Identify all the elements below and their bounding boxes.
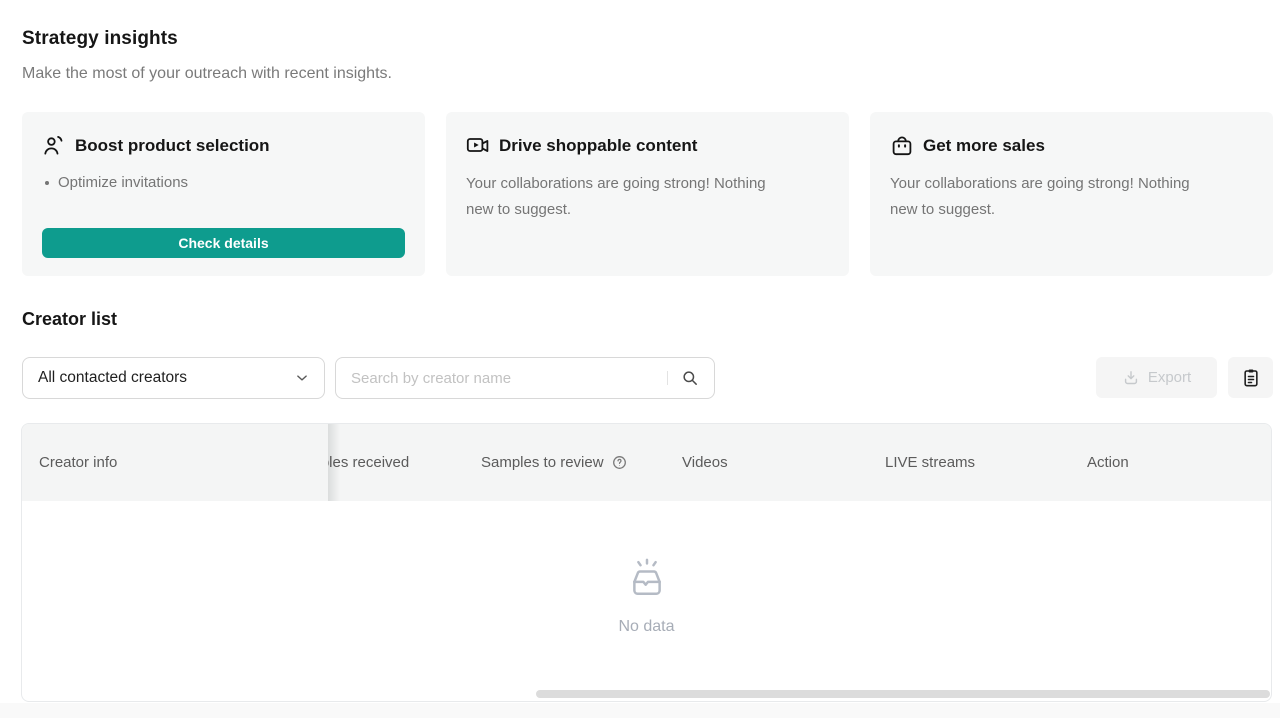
column-action: Action [1087, 424, 1129, 501]
creator-table: Samples received Samples to review Video… [21, 423, 1272, 702]
column-label: LIVE streams [885, 454, 975, 471]
creator-filter-dropdown[interactable]: All contacted creators [22, 357, 325, 399]
column-videos: Videos [682, 424, 728, 501]
creator-list-title: Creator list [22, 309, 117, 330]
saved-creators-button[interactable] [1228, 357, 1273, 398]
creator-search [335, 357, 715, 399]
bullet-dot [45, 181, 49, 185]
table-header-row: Samples received Samples to review Video… [22, 424, 1271, 501]
empty-state: No data [22, 501, 1271, 691]
download-icon [1122, 369, 1140, 387]
card-text: Your collaborations are going strong! No… [466, 171, 796, 223]
creator-users-icon [42, 134, 66, 158]
shoppable-video-icon [466, 134, 490, 158]
card-bullet-item: Optimize invitations [42, 174, 405, 191]
strategy-insights-title: Strategy insights [22, 28, 178, 50]
strategy-insights-subtitle: Make the most of your outreach with rece… [22, 65, 392, 83]
horizontal-scrollbar-thumb[interactable] [536, 690, 1270, 698]
export-label: Export [1148, 369, 1191, 386]
page-bottom-strip [0, 703, 1280, 718]
export-button[interactable]: Export [1096, 357, 1217, 398]
column-label: Creator info [39, 454, 117, 471]
shopping-bag-icon [890, 134, 914, 158]
affiliate-dashboard: Strategy insights Make the most of your … [0, 0, 1280, 718]
filter-selected-value: All contacted creators [38, 369, 187, 387]
check-details-button[interactable]: Check details [42, 228, 405, 258]
card-title: Boost product selection [75, 136, 270, 156]
column-live-streams: LIVE streams [885, 424, 975, 501]
empty-box-icon [624, 557, 670, 601]
card-header: Boost product selection [42, 134, 405, 158]
card-text: Your collaborations are going strong! No… [890, 171, 1220, 223]
column-label: Videos [682, 454, 728, 471]
insight-cards: Boost product selection Optimize invitat… [22, 112, 1273, 276]
chevron-down-icon [293, 369, 311, 387]
insight-card-get-more-sales: Get more sales Your collaborations are g… [870, 112, 1273, 276]
search-icon[interactable] [680, 368, 700, 388]
search-input[interactable] [351, 370, 661, 387]
card-header: Drive shoppable content [466, 134, 829, 158]
insight-card-boost-product-selection: Boost product selection Optimize invitat… [22, 112, 425, 276]
clipboard-icon [1241, 368, 1261, 388]
column-label: Samples to review [481, 454, 604, 471]
card-title: Get more sales [923, 136, 1045, 156]
card-title: Drive shoppable content [499, 136, 697, 156]
column-label: Action [1087, 454, 1129, 471]
search-divider [667, 371, 668, 385]
bullet-text: Optimize invitations [58, 174, 188, 191]
sticky-column-shadow [328, 424, 340, 501]
card-header: Get more sales [890, 134, 1253, 158]
no-data-text: No data [618, 618, 674, 636]
column-creator-info: Creator info [22, 424, 328, 501]
help-icon[interactable] [611, 454, 628, 471]
column-samples-to-review: Samples to review [481, 424, 628, 501]
insight-card-drive-shoppable-content: Drive shoppable content Your collaborati… [446, 112, 849, 276]
